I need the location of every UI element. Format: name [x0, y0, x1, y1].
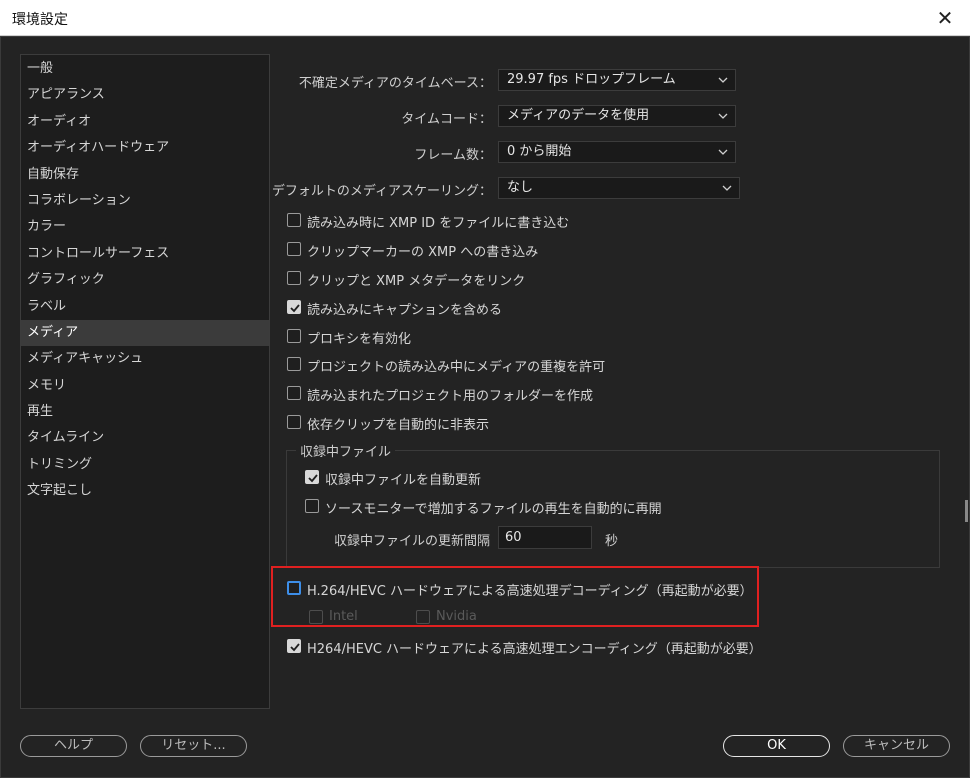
timebase-select[interactable]: 29.97 fps ドロップフレーム: [498, 69, 736, 91]
checkbox-box[interactable]: [287, 271, 301, 285]
chevron-down-icon: [718, 77, 728, 83]
frame-count-select[interactable]: 0 から開始: [498, 141, 736, 163]
sidebar-item-memory[interactable]: メモリ: [21, 373, 269, 399]
checkbox-box[interactable]: [287, 415, 301, 429]
chevron-down-icon: [722, 185, 732, 191]
checkbox-label: H264/HEVC ハードウェアによる高速処理エンコーディング（再起動が必要）: [307, 642, 762, 657]
checkbox-label: Intel: [329, 609, 358, 624]
checkmark-icon: [290, 304, 300, 313]
sidebar-item-audio[interactable]: オーディオ: [21, 109, 269, 135]
default-scaling-label: デフォルトのメディアスケーリング：: [271, 184, 492, 199]
checkbox-box[interactable]: [287, 213, 301, 227]
default-scaling-value: なし: [507, 180, 534, 195]
sidebar-item-auto-save[interactable]: 自動保存: [21, 162, 269, 188]
sidebar-item-collaboration[interactable]: コラボレーション: [21, 188, 269, 214]
title-bar: 環境設定 ✕: [0, 0, 970, 36]
reset-button[interactable]: リセット...: [140, 735, 247, 757]
checkbox-label: クリップと XMP メタデータをリンク: [307, 274, 526, 289]
checkbox-box[interactable]: [287, 581, 301, 595]
refresh-interval-label: 収録中ファイルの更新間隔: [333, 534, 490, 549]
checkbox-box[interactable]: [287, 386, 301, 400]
cancel-button[interactable]: キャンセル: [843, 735, 950, 757]
window-title: 環境設定: [12, 12, 68, 28]
sidebar-item-general[interactable]: 一般: [21, 56, 269, 82]
checkbox-label: プロジェクトの読み込み中にメディアの重複を許可: [307, 360, 606, 375]
timecode-label: タイムコード：: [401, 112, 492, 127]
chevron-down-icon: [718, 149, 728, 155]
checkbox-label: プロキシを有効化: [307, 332, 412, 347]
close-icon[interactable]: ✕: [932, 5, 958, 31]
checkbox-label: 読み込みにキャプションを含める: [307, 303, 503, 318]
checkbox-label: H.264/HEVC ハードウェアによる高速処理デコーディング（再起動が必要）: [307, 584, 753, 599]
checkbox-label: クリップマーカーの XMP への書き込み: [307, 245, 539, 260]
checkbox-label: 読み込み時に XMP ID をファイルに書き込む: [307, 216, 570, 231]
sidebar-item-playback[interactable]: 再生: [21, 399, 269, 425]
sidebar-item-transcription[interactable]: 文字起こし: [21, 478, 269, 504]
checkbox-box[interactable]: [305, 470, 319, 484]
checkbox-box[interactable]: [416, 610, 430, 624]
checkbox-label: Nvidia: [436, 609, 477, 624]
sidebar-item-color[interactable]: カラー: [21, 214, 269, 240]
resize-handle[interactable]: [965, 500, 968, 522]
checkbox-label: 依存クリップを自動的に非表示: [307, 418, 490, 433]
timecode-value: メディアのデータを使用: [507, 108, 650, 123]
checkbox-label: 収録中ファイルを自動更新: [325, 473, 482, 488]
checkbox-box[interactable]: [287, 357, 301, 371]
timebase-value: 29.97 fps ドロップフレーム: [507, 72, 676, 87]
chevron-down-icon: [718, 113, 728, 119]
sidebar-item-appearance[interactable]: アピアランス: [21, 82, 269, 108]
sidebar-item-control-surface[interactable]: コントロールサーフェス: [21, 241, 269, 267]
sidebar-item-timeline[interactable]: タイムライン: [21, 425, 269, 451]
refresh-interval-input[interactable]: 60: [498, 526, 592, 549]
checkbox-box[interactable]: [287, 329, 301, 343]
timecode-select[interactable]: メディアのデータを使用: [498, 105, 736, 127]
sidebar-item-media[interactable]: メディア: [21, 319, 269, 347]
sidebar-item-audio-hardware[interactable]: オーディオハードウェア: [21, 135, 269, 161]
checkbox-box[interactable]: [287, 300, 301, 314]
checkbox-label: 読み込まれたプロジェクト用のフォルダーを作成: [307, 389, 594, 404]
checkbox-box[interactable]: [309, 610, 323, 624]
checkbox-box[interactable]: [287, 242, 301, 256]
frame-count-value: 0 から開始: [507, 144, 572, 159]
timebase-label: 不確定メディアのタイムベース：: [298, 76, 492, 91]
sidebar-item-trimming[interactable]: トリミング: [21, 452, 269, 478]
checkbox-box[interactable]: [305, 499, 319, 513]
help-button[interactable]: ヘルプ: [20, 735, 127, 757]
checkmark-icon: [290, 643, 300, 652]
frame-count-label: フレーム数：: [414, 148, 492, 163]
sidebar-item-media-cache[interactable]: メディアキャッシュ: [21, 346, 269, 372]
growing-files-title: 収録中ファイル: [296, 441, 396, 460]
checkmark-icon: [308, 474, 318, 483]
category-list: 一般 アピアランス オーディオ オーディオハードウェア 自動保存 コラボレーショ…: [20, 54, 270, 709]
default-scaling-select[interactable]: なし: [498, 177, 740, 199]
refresh-interval-unit: 秒: [605, 534, 619, 549]
checkbox-label: ソースモニターで増加するファイルの再生を自動的に再開: [325, 502, 662, 517]
ok-button[interactable]: OK: [723, 735, 830, 757]
sidebar-item-graphics[interactable]: グラフィック: [21, 267, 269, 293]
checkbox-box[interactable]: [287, 639, 301, 653]
sidebar-item-labels[interactable]: ラベル: [21, 294, 269, 320]
